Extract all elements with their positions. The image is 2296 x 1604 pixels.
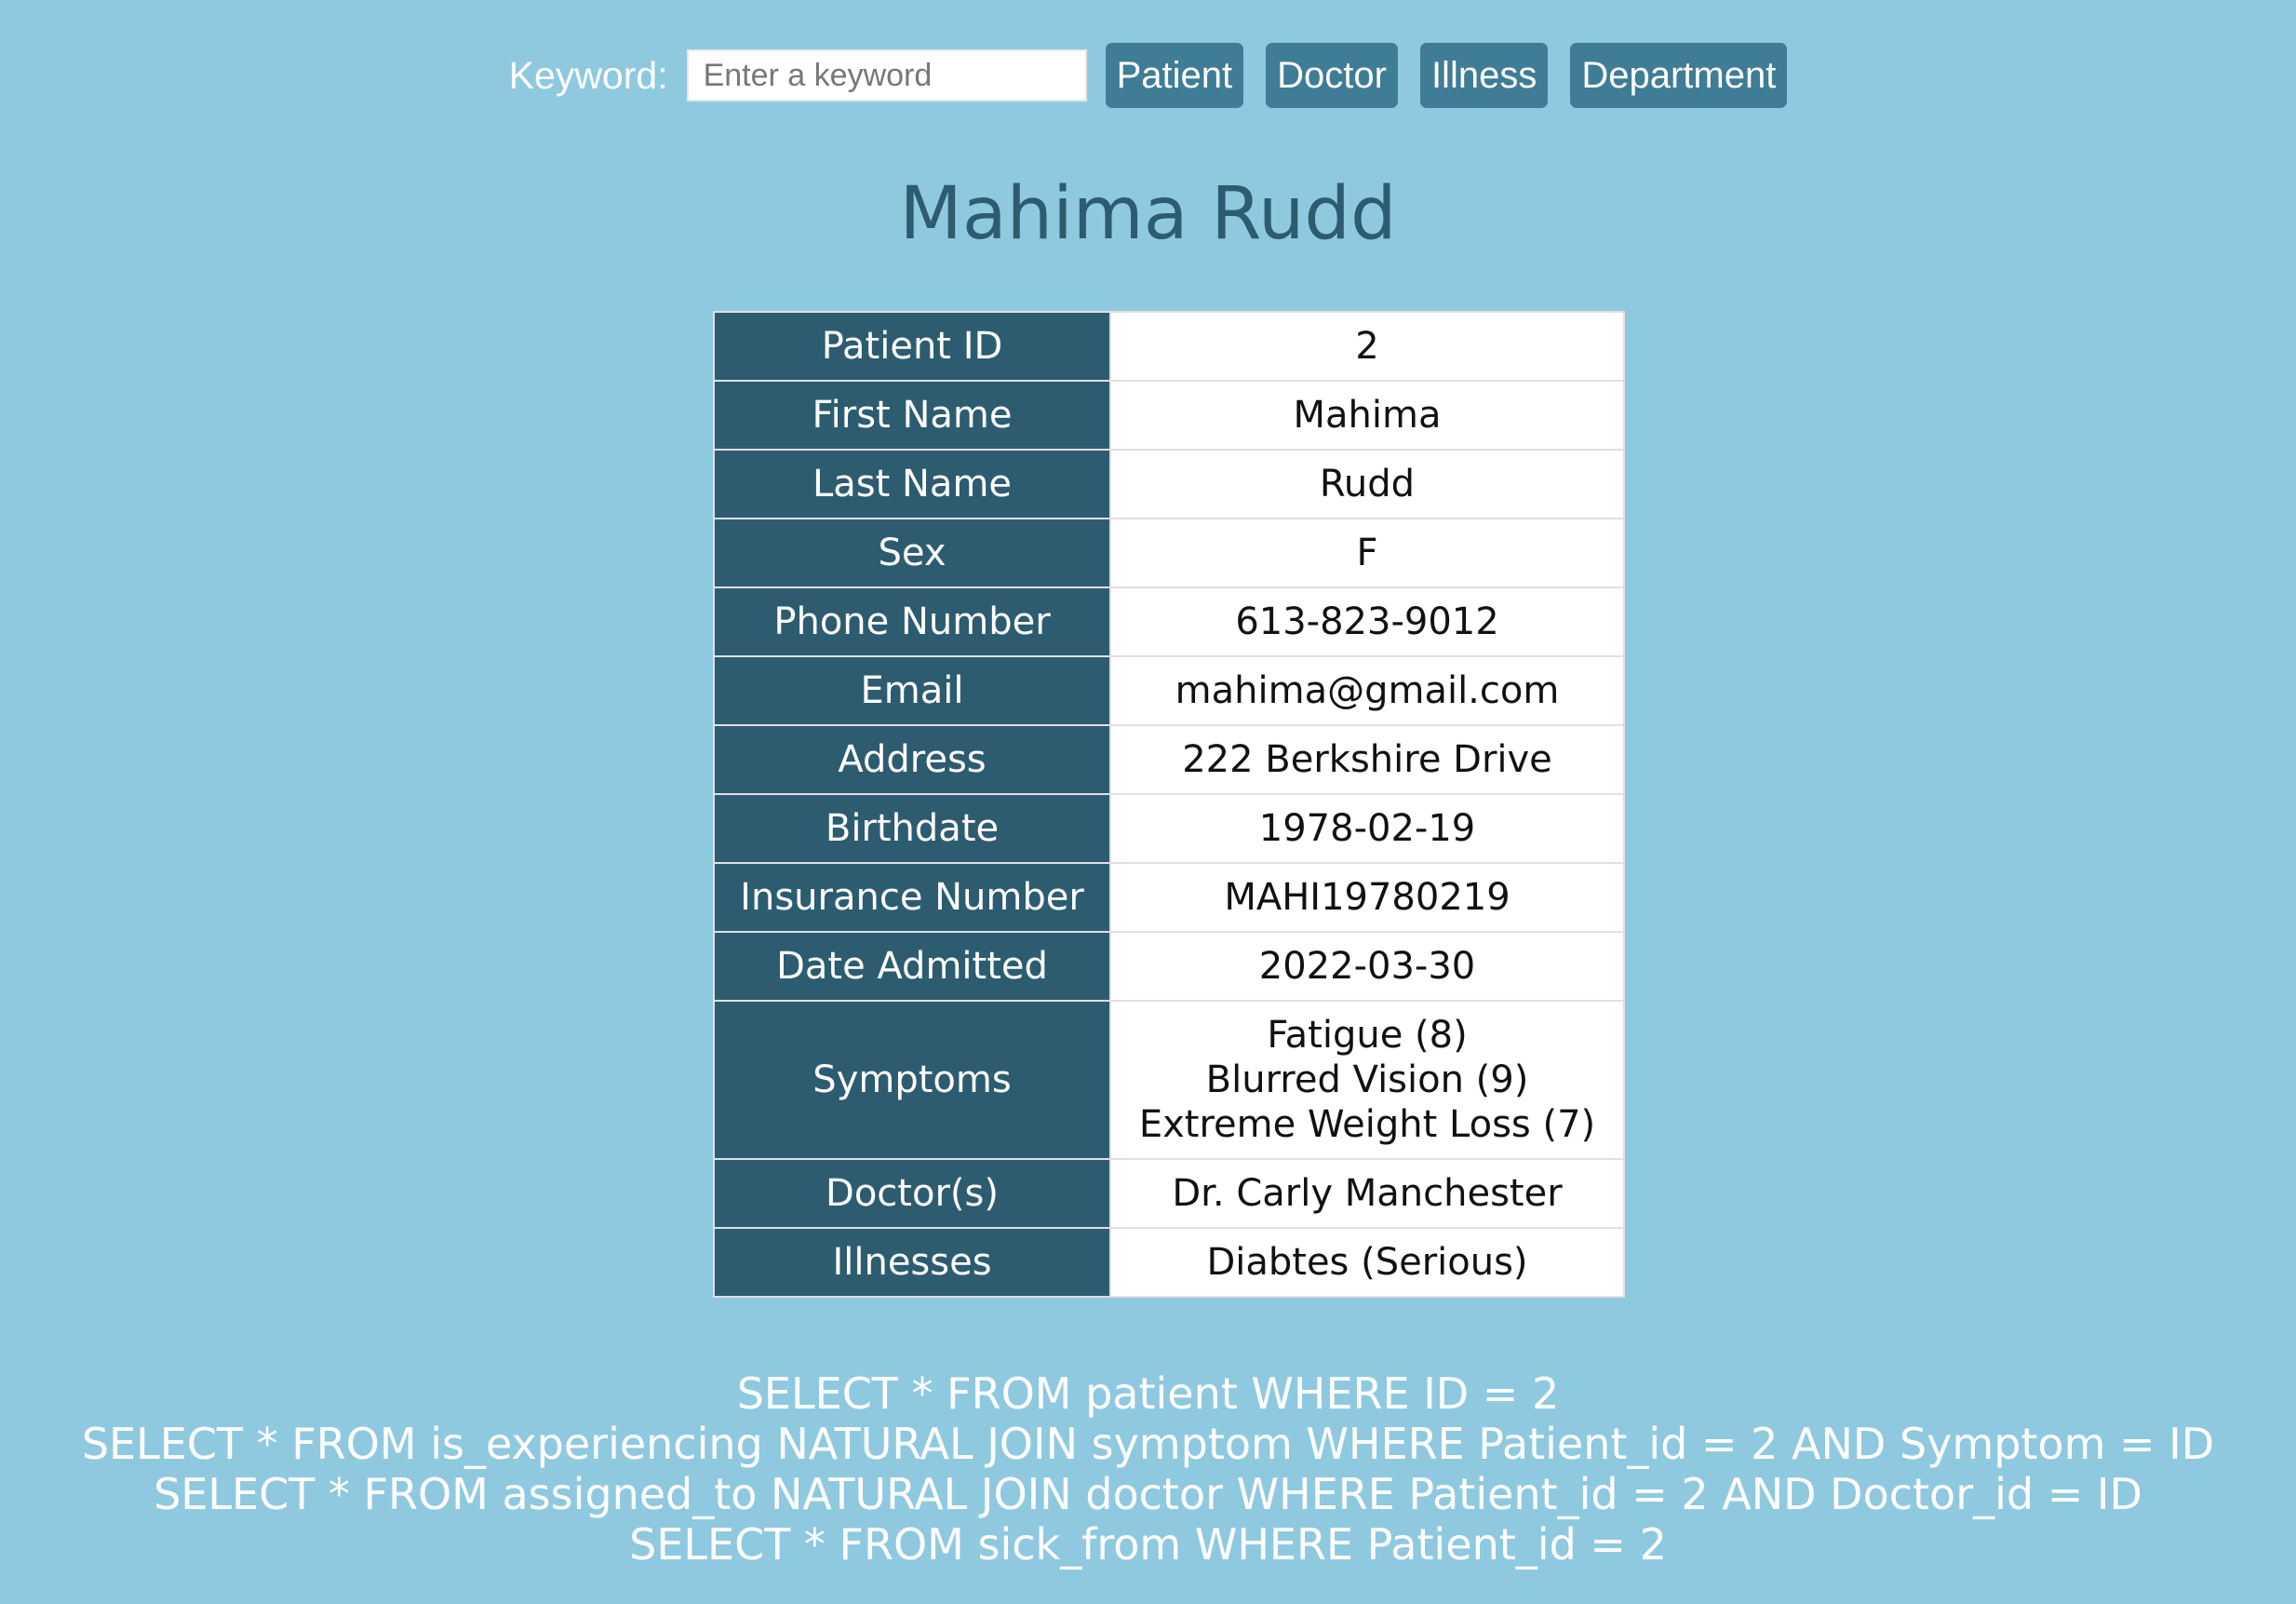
row-label: Birthdate bbox=[713, 793, 1111, 864]
symptoms-list: Fatigue (8) Blurred Vision (9) Extreme W… bbox=[1109, 1000, 1625, 1160]
row-label: Date Admitted bbox=[713, 931, 1111, 1002]
table-row-patient-id: Patient ID 2 bbox=[713, 311, 1625, 382]
row-label: Last Name bbox=[713, 449, 1111, 519]
row-value: 613-823-9012 bbox=[1109, 586, 1625, 657]
row-label: Email bbox=[713, 655, 1111, 726]
row-value: mahima@gmail.com bbox=[1109, 655, 1625, 726]
table-row-illnesses: Illnesses Diabtes (Serious) bbox=[713, 1227, 1625, 1298]
table-row-sex: Sex F bbox=[713, 518, 1625, 588]
page-title: Mahima Rudd bbox=[899, 172, 1397, 256]
row-value: Mahima bbox=[1109, 380, 1625, 451]
symptom-item: Blurred Vision (9) bbox=[1205, 1058, 1529, 1101]
row-label: Illnesses bbox=[713, 1227, 1111, 1298]
table-row-email: Email mahima@gmail.com bbox=[713, 655, 1625, 726]
symptom-item: Extreme Weight Loss (7) bbox=[1138, 1103, 1596, 1146]
row-value: Diabtes (Serious) bbox=[1109, 1227, 1625, 1298]
row-label: Phone Number bbox=[713, 586, 1111, 657]
row-label: Symptoms bbox=[713, 1000, 1111, 1160]
keyword-label: Keyword: bbox=[508, 53, 668, 97]
sql-query: SELECT * FROM is_experiencing NATURAL JO… bbox=[81, 1419, 2215, 1469]
symptom-item: Fatigue (8) bbox=[1267, 1014, 1468, 1057]
doctor-button[interactable]: Doctor bbox=[1266, 43, 1398, 108]
row-value: Dr. Carly Manchester bbox=[1109, 1158, 1625, 1229]
row-value: 1978-02-19 bbox=[1109, 793, 1625, 864]
row-value: Rudd bbox=[1109, 449, 1625, 519]
sql-query: SELECT * FROM sick_from WHERE Patient_id… bbox=[629, 1519, 1667, 1570]
row-label: Sex bbox=[713, 518, 1111, 588]
row-label: Doctor(s) bbox=[713, 1158, 1111, 1229]
patient-button[interactable]: Patient bbox=[1105, 43, 1244, 108]
search-bar: Keyword: Patient Doctor Illness Departme… bbox=[0, 43, 2296, 108]
department-button[interactable]: Department bbox=[1570, 43, 1788, 108]
row-label: Address bbox=[713, 724, 1111, 795]
row-value: 2 bbox=[1109, 311, 1625, 382]
sql-query: SELECT * FROM patient WHERE ID = 2 bbox=[736, 1368, 1560, 1419]
illness-button[interactable]: Illness bbox=[1419, 43, 1549, 108]
row-value: F bbox=[1109, 518, 1625, 588]
keyword-input[interactable] bbox=[686, 49, 1087, 101]
table-row-first-name: First Name Mahima bbox=[713, 380, 1625, 451]
patient-details-table: Patient ID 2 First Name Mahima Last Name… bbox=[713, 311, 1625, 1298]
table-row-birthdate: Birthdate 1978-02-19 bbox=[713, 793, 1625, 864]
row-label: Patient ID bbox=[713, 311, 1111, 382]
sql-query-list: SELECT * FROM patient WHERE ID = 2 SELEC… bbox=[0, 1368, 2296, 1570]
table-row-phone-number: Phone Number 613-823-9012 bbox=[713, 586, 1625, 657]
table-row-symptoms: Symptoms Fatigue (8) Blurred Vision (9) … bbox=[713, 1000, 1625, 1160]
table-row-insurance-number: Insurance Number MAHI19780219 bbox=[713, 862, 1625, 933]
sql-query: SELECT * FROM assigned_to NATURAL JOIN d… bbox=[154, 1469, 2142, 1519]
table-row-date-admitted: Date Admitted 2022-03-30 bbox=[713, 931, 1625, 1002]
table-row-address: Address 222 Berkshire Drive bbox=[713, 724, 1625, 795]
row-value: 2022-03-30 bbox=[1109, 931, 1625, 1002]
table-row-doctors: Doctor(s) Dr. Carly Manchester bbox=[713, 1158, 1625, 1229]
row-value: 222 Berkshire Drive bbox=[1109, 724, 1625, 795]
row-label: Insurance Number bbox=[713, 862, 1111, 933]
table-row-last-name: Last Name Rudd bbox=[713, 449, 1625, 519]
row-label: First Name bbox=[713, 380, 1111, 451]
row-value: MAHI19780219 bbox=[1109, 862, 1625, 933]
